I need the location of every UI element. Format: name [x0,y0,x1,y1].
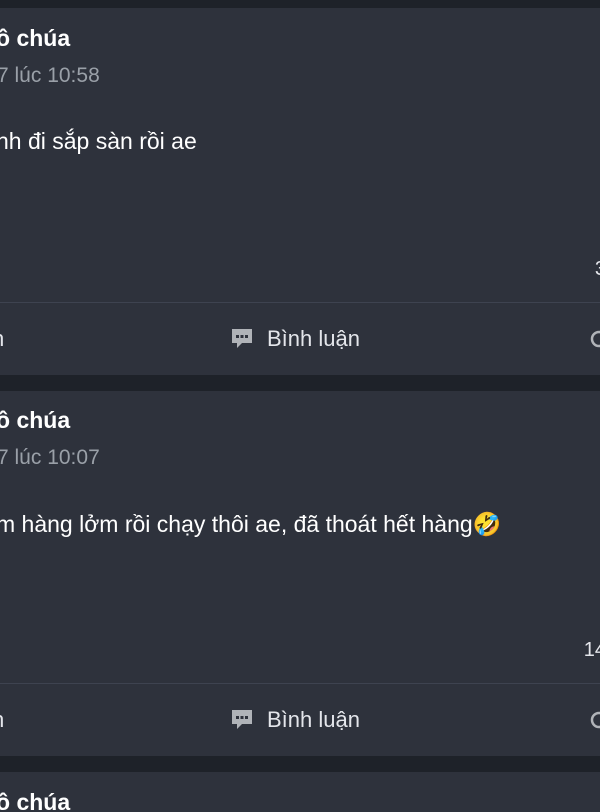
comment-button[interactable]: Bình luận [229,707,360,733]
share-icon[interactable] [588,709,600,731]
share-icon[interactable] [588,328,600,350]
post-author[interactable]: ồ chúa [0,25,70,52]
post-timestamp[interactable]: 7 lúc 10:58 [0,64,100,88]
post-text: m hàng lởm rồi chạy thôi ae, đã thoát hế… [0,511,502,537]
post-author[interactable]: ồ chúa [0,407,70,434]
engagement-count[interactable]: 14 [584,639,600,662]
engagement-count[interactable]: 3 [595,258,600,281]
post-author[interactable]: ồ chúa [0,789,70,812]
post-card: ồ chúa 7 lúc 10:58 nh đi sắp sàn rồi ae … [0,8,600,375]
comment-icon [229,326,255,352]
like-button[interactable]: n [0,707,4,733]
post-text: nh đi sắp sàn rồi ae [0,128,197,154]
like-button[interactable]: n [0,326,4,352]
comment-button-label: Bình luận [267,707,360,732]
action-bar: n Bình luận [0,684,600,756]
post-card: ồ chúa 7 lúc 10:07 m hàng lởm rồi chạy t… [0,391,600,756]
action-bar: n Bình luận [0,303,600,375]
comment-icon [229,707,255,733]
post-timestamp[interactable]: 7 lúc 10:07 [0,446,100,470]
comment-button[interactable]: Bình luận [229,326,360,352]
comment-button-label: Bình luận [267,326,360,351]
post-card: ồ chúa [0,772,600,812]
